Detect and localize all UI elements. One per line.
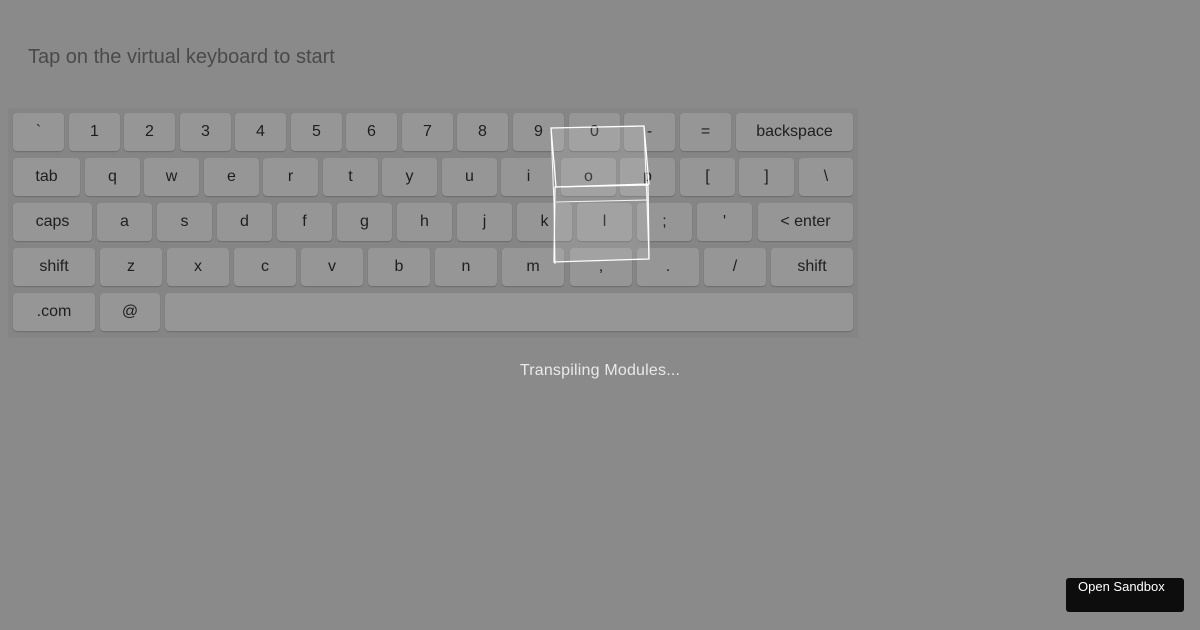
- key-5[interactable]: 5: [291, 113, 342, 151]
- key-r[interactable]: r: [263, 158, 318, 196]
- key-backspace[interactable]: backspace: [736, 113, 853, 151]
- key-8[interactable]: 8: [457, 113, 508, 151]
- key-symbol[interactable]: [: [680, 158, 735, 196]
- key-symbol[interactable]: .: [637, 248, 699, 286]
- key-symbol[interactable]: \: [799, 158, 853, 196]
- open-sandbox-button[interactable]: Open Sandbox: [1066, 578, 1184, 612]
- key-i[interactable]: i: [501, 158, 556, 196]
- key-4[interactable]: 4: [235, 113, 286, 151]
- key-shift[interactable]: shift: [771, 248, 853, 286]
- key-space[interactable]: [165, 293, 853, 331]
- virtual-keyboard: ` 1 2 3 4 5 6 7 8 9 0- = backspace tab q w e r t y u i o p[] \ ca…: [8, 108, 858, 338]
- key-caps[interactable]: caps: [13, 203, 92, 241]
- key-p[interactable]: p: [620, 158, 675, 196]
- key-l[interactable]: l: [577, 203, 632, 241]
- key-n[interactable]: n: [435, 248, 497, 286]
- key-symbol[interactable]: ': [697, 203, 752, 241]
- key-b[interactable]: b: [368, 248, 430, 286]
- key-y[interactable]: y: [382, 158, 437, 196]
- key-x[interactable]: x: [167, 248, 229, 286]
- key-symbol[interactable]: ;: [637, 203, 692, 241]
- key-z[interactable]: z: [100, 248, 162, 286]
- key-symbol[interactable]: /: [704, 248, 766, 286]
- key-m[interactable]: m: [502, 248, 564, 286]
- key-3[interactable]: 3: [180, 113, 231, 151]
- key-1[interactable]: 1: [69, 113, 120, 151]
- key-q[interactable]: q: [85, 158, 140, 196]
- key-symbol[interactable]: ]: [739, 158, 794, 196]
- key-a[interactable]: a: [97, 203, 152, 241]
- key-symbol[interactable]: @: [100, 293, 160, 331]
- key-t[interactable]: t: [323, 158, 378, 196]
- keyboard-prompt: Tap on the virtual keyboard to start: [28, 46, 335, 68]
- key-symbol[interactable]: -: [624, 113, 675, 151]
- key-symbol[interactable]: `: [13, 113, 64, 151]
- key-symbol[interactable]: ,: [570, 248, 632, 286]
- key-com[interactable]: .com: [13, 293, 95, 331]
- key-g[interactable]: g: [337, 203, 392, 241]
- key-6[interactable]: 6: [346, 113, 397, 151]
- key-u[interactable]: u: [442, 158, 497, 196]
- key-shift[interactable]: shift: [13, 248, 95, 286]
- key-0[interactable]: 0: [569, 113, 620, 151]
- key-d[interactable]: d: [217, 203, 272, 241]
- key-e[interactable]: e: [204, 158, 259, 196]
- key-tab[interactable]: tab: [13, 158, 80, 196]
- key-k[interactable]: k: [517, 203, 572, 241]
- key-f[interactable]: f: [277, 203, 332, 241]
- key-s[interactable]: s: [157, 203, 212, 241]
- key-w[interactable]: w: [144, 158, 199, 196]
- key-enter[interactable]: < enter: [758, 203, 853, 241]
- key-j[interactable]: j: [457, 203, 512, 241]
- key-2[interactable]: 2: [124, 113, 175, 151]
- key-9[interactable]: 9: [513, 113, 564, 151]
- key-h[interactable]: h: [397, 203, 452, 241]
- key-v[interactable]: v: [301, 248, 363, 286]
- key-o[interactable]: o: [561, 158, 616, 196]
- loading-status: Transpiling Modules...: [519, 362, 681, 379]
- key-7[interactable]: 7: [402, 113, 453, 151]
- key-c[interactable]: c: [234, 248, 296, 286]
- key-symbol[interactable]: =: [680, 113, 731, 151]
